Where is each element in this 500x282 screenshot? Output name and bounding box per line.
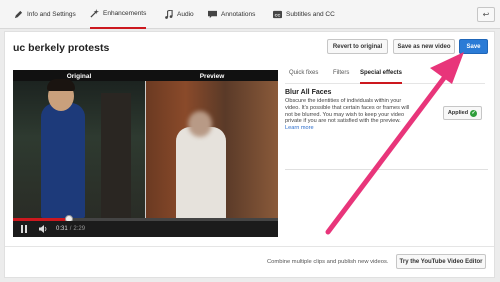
volume-icon[interactable]: [39, 225, 48, 233]
check-icon: ✓: [470, 109, 478, 117]
editor-panel: uc berkely protests Revert to original S…: [4, 31, 495, 278]
magic-wand-icon: [90, 9, 99, 18]
effect-description: Obscure the identities of individuals wi…: [285, 98, 410, 132]
time-current: 0:31: [56, 226, 68, 232]
original-label: Original: [66, 73, 92, 80]
effect-description-text: Obscure the identities of individuals wi…: [285, 98, 410, 125]
tab-subtitles-and-cc[interactable]: CC Subtitles and CC: [273, 0, 335, 29]
divider: [285, 169, 488, 170]
tab-audio[interactable]: Audio: [164, 0, 194, 29]
effect-title: Blur All Faces: [285, 89, 332, 96]
try-video-editor-button[interactable]: Try the YouTube Video Editor: [396, 254, 486, 269]
tab-enhancements[interactable]: Enhancements: [90, 0, 147, 29]
preview-frame: [146, 81, 278, 221]
tab-label: Info and Settings: [27, 11, 76, 18]
person-body: [41, 103, 85, 218]
player-controls: 0:31 / 2:29: [13, 221, 278, 237]
time-total: 2:29: [73, 226, 86, 232]
tab-info-and-settings[interactable]: Info and Settings: [14, 0, 76, 29]
preview-label: Preview: [199, 73, 225, 80]
applied-label: Applied: [447, 110, 469, 116]
enhancement-subtabs: Quick fixes Filters Special effects: [285, 70, 485, 84]
tab-special-effects[interactable]: Special effects: [360, 70, 403, 84]
video-player[interactable]: Original Preview 0:31 / 2:29: [13, 70, 278, 237]
background-figure: [101, 93, 131, 218]
top-tab-bar: Info and Settings Enhancements Audio Ann…: [0, 0, 500, 29]
tab-filters[interactable]: Filters: [333, 70, 349, 84]
back-button[interactable]: ↩: [477, 7, 495, 22]
revert-to-original-button[interactable]: Revert to original: [327, 39, 388, 54]
learn-more-link[interactable]: Learn more: [285, 125, 314, 131]
applied-button[interactable]: Applied ✓: [443, 106, 482, 120]
person-body: [176, 127, 226, 221]
tab-label: Subtitles and CC: [286, 11, 335, 18]
tab-quick-fixes[interactable]: Quick fixes: [289, 70, 318, 84]
combine-clips-text: Combine multiple clips and publish new v…: [267, 259, 389, 265]
person-hair: [47, 79, 75, 91]
page-title: uc berkely protests: [13, 42, 110, 54]
pencil-icon: [14, 10, 23, 19]
tab-label: Enhancements: [103, 10, 147, 17]
svg-text:CC: CC: [275, 12, 281, 17]
tab-label: Annotations: [221, 11, 256, 18]
speech-bubble-icon: [208, 10, 217, 19]
divider: [5, 246, 494, 247]
tab-annotations[interactable]: Annotations: [208, 0, 255, 29]
tab-label: Audio: [177, 11, 194, 18]
save-as-new-video-button[interactable]: Save as new video: [393, 39, 455, 54]
original-frame: [13, 79, 145, 221]
undo-icon: ↩: [482, 10, 490, 19]
split-divider[interactable]: [145, 81, 146, 221]
music-note-icon: [164, 10, 173, 19]
pause-icon[interactable]: [21, 225, 29, 233]
time-separator: /: [69, 226, 72, 232]
cc-icon: CC: [273, 10, 282, 19]
save-button[interactable]: Save: [459, 39, 488, 54]
blurred-face: [188, 111, 212, 137]
